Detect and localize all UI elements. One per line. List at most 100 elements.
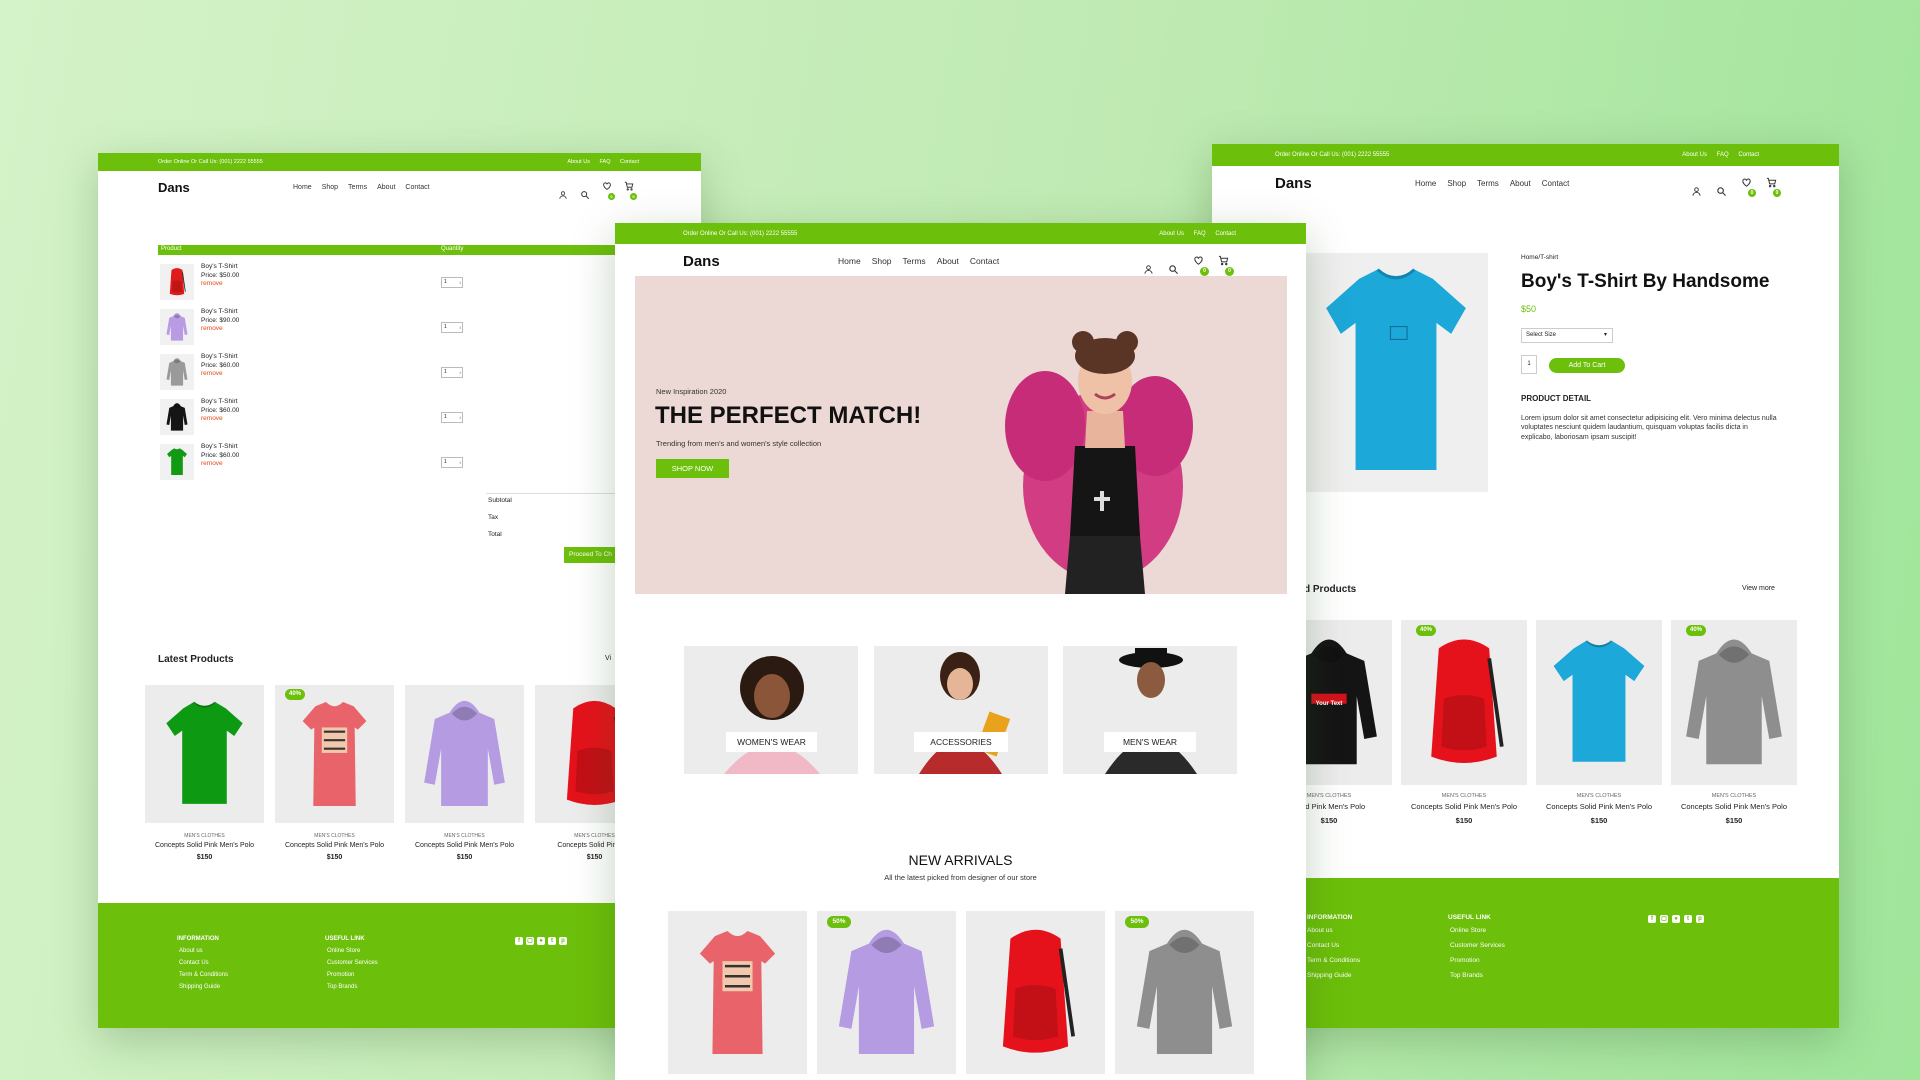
footer-useful-item[interactable]: Online Store bbox=[1448, 927, 1505, 942]
nav-shop[interactable]: Shop bbox=[322, 184, 338, 191]
quantity-input[interactable]: 1 bbox=[1521, 355, 1537, 374]
footer-useful-item[interactable]: Customer Services bbox=[1448, 942, 1505, 957]
quantity-stepper[interactable]: 1 ↕ bbox=[441, 457, 463, 468]
category-womens-wear[interactable]: WOMEN'S WEAR bbox=[684, 646, 858, 774]
quantity-stepper[interactable]: 1 ↕ bbox=[441, 367, 463, 378]
breadcrumb[interactable]: Home/T-shirt bbox=[1521, 254, 1558, 261]
stepper-arrows-icon[interactable]: ↕ bbox=[459, 278, 461, 287]
nav-contact[interactable]: Contact bbox=[970, 256, 999, 266]
product-card[interactable]: 50% bbox=[817, 911, 956, 1074]
footer-useful-item[interactable]: Promotion bbox=[1448, 957, 1505, 972]
product-name[interactable]: Concepts Solid Pink Men's Polo bbox=[1671, 802, 1797, 811]
footer-info-link[interactable]: About us bbox=[1307, 927, 1360, 942]
heart-icon[interactable]: 0 bbox=[1741, 177, 1756, 206]
instagram-icon[interactable]: ▢ bbox=[526, 937, 534, 945]
product-name[interactable]: Concepts Solid Pink Men's Polo bbox=[145, 842, 264, 849]
topbar-contact-link[interactable]: Contact bbox=[1738, 152, 1759, 158]
topbar-faq-link[interactable]: FAQ bbox=[1194, 231, 1206, 237]
category-mens-wear[interactable]: MEN'S WEAR bbox=[1063, 646, 1237, 774]
topbar-about-link[interactable]: About Us bbox=[567, 159, 590, 165]
nav-home[interactable]: Home bbox=[293, 184, 312, 191]
stepper-arrows-icon[interactable]: ↕ bbox=[459, 413, 461, 422]
footer-info-link[interactable]: Shipping Guide bbox=[1307, 972, 1360, 987]
cart-item-remove-link[interactable]: remove bbox=[201, 280, 239, 289]
topbar-faq-link[interactable]: FAQ bbox=[599, 159, 610, 165]
twitter-icon[interactable]: t bbox=[548, 937, 556, 945]
cart-icon[interactable]: 0 bbox=[624, 181, 637, 209]
footer-useful-item[interactable]: Top Brands bbox=[1448, 972, 1505, 987]
search-icon[interactable] bbox=[580, 190, 590, 200]
footer-info-link[interactable]: Term & Conditions bbox=[177, 972, 228, 984]
footer-useful-item[interactable]: Customer Services bbox=[325, 960, 378, 972]
topbar-contact-link[interactable]: Contact bbox=[1215, 231, 1236, 237]
pinterest-icon[interactable]: p bbox=[1696, 915, 1704, 923]
product-card[interactable]: 40% bbox=[275, 685, 394, 823]
product-card[interactable] bbox=[966, 911, 1105, 1074]
github-icon[interactable]: ● bbox=[537, 937, 545, 945]
product-name[interactable]: Concepts Solid Pink Men's Polo bbox=[1401, 802, 1527, 811]
product-card[interactable] bbox=[405, 685, 524, 823]
nav-terms[interactable]: Terms bbox=[903, 256, 926, 266]
cart-icon[interactable]: 0 bbox=[1766, 177, 1781, 206]
cart-item-remove-link[interactable]: remove bbox=[201, 460, 239, 469]
search-icon[interactable] bbox=[1168, 264, 1179, 275]
product-card[interactable]: 40% bbox=[1401, 620, 1527, 785]
cart-item-remove-link[interactable]: remove bbox=[201, 415, 239, 424]
quantity-stepper[interactable]: 1 ↕ bbox=[441, 322, 463, 333]
nav-home[interactable]: Home bbox=[838, 256, 861, 266]
github-icon[interactable]: ● bbox=[1672, 915, 1680, 923]
nav-home[interactable]: Home bbox=[1415, 179, 1436, 188]
nav-about[interactable]: About bbox=[937, 256, 959, 266]
nav-terms[interactable]: Terms bbox=[1477, 179, 1499, 188]
footer-info-link[interactable]: Shipping Guide bbox=[177, 984, 228, 996]
product-card[interactable] bbox=[1536, 620, 1662, 785]
twitter-icon[interactable]: t bbox=[1684, 915, 1692, 923]
product-name[interactable]: Concepts Solid Pink Men's Polo bbox=[275, 842, 394, 849]
nav-shop[interactable]: Shop bbox=[1447, 179, 1466, 188]
topbar-about-link[interactable]: About Us bbox=[1682, 152, 1707, 158]
footer-info-link[interactable]: Term & Conditions bbox=[1307, 957, 1360, 972]
cart-item-remove-link[interactable]: remove bbox=[201, 325, 239, 334]
instagram-icon[interactable]: ▢ bbox=[1660, 915, 1668, 923]
nav-contact[interactable]: Contact bbox=[1542, 179, 1570, 188]
footer-info-link[interactable]: About us bbox=[177, 948, 228, 960]
stepper-arrows-icon[interactable]: ↕ bbox=[459, 368, 461, 377]
site-logo[interactable]: Dans bbox=[683, 253, 838, 270]
footer-useful-item[interactable]: Top Brands bbox=[325, 984, 378, 996]
user-icon[interactable] bbox=[1691, 186, 1702, 197]
pinterest-icon[interactable]: p bbox=[559, 937, 567, 945]
facebook-icon[interactable]: f bbox=[1648, 915, 1656, 923]
stepper-arrows-icon[interactable]: ↕ bbox=[459, 458, 461, 467]
topbar-faq-link[interactable]: FAQ bbox=[1717, 152, 1729, 158]
nav-contact[interactable]: Contact bbox=[405, 184, 429, 191]
topbar-about-link[interactable]: About Us bbox=[1159, 231, 1184, 237]
product-card[interactable] bbox=[668, 911, 807, 1074]
nav-terms[interactable]: Terms bbox=[348, 184, 367, 191]
category-accessories[interactable]: ACCESSORIES bbox=[874, 646, 1048, 774]
stepper-arrows-icon[interactable]: ↕ bbox=[459, 323, 461, 332]
product-card[interactable]: 50% bbox=[1115, 911, 1254, 1074]
search-icon[interactable] bbox=[1716, 186, 1727, 197]
size-select[interactable]: Select Size ▾ bbox=[1521, 328, 1613, 343]
footer-info-link[interactable]: Contact Us bbox=[1307, 942, 1360, 957]
site-logo[interactable]: Dans bbox=[158, 180, 293, 195]
quantity-stepper[interactable]: 1 ↕ bbox=[441, 412, 463, 423]
product-card[interactable] bbox=[145, 685, 264, 823]
site-logo[interactable]: Dans bbox=[1275, 175, 1415, 192]
footer-useful-item[interactable]: Online Store bbox=[325, 948, 378, 960]
product-name[interactable]: Concepts Solid Pink Men's Polo bbox=[1536, 802, 1662, 811]
latest-view-more-link[interactable]: Vi bbox=[605, 655, 611, 662]
product-name[interactable]: Concepts Solid Pink Men's Polo bbox=[405, 842, 524, 849]
nav-shop[interactable]: Shop bbox=[872, 256, 892, 266]
product-card[interactable]: 40% bbox=[1671, 620, 1797, 785]
quantity-stepper[interactable]: 1 ↕ bbox=[441, 277, 463, 288]
user-icon[interactable] bbox=[1143, 264, 1154, 275]
topbar-contact-link[interactable]: Contact bbox=[620, 159, 639, 165]
facebook-icon[interactable]: f bbox=[515, 937, 523, 945]
shop-now-button[interactable]: SHOP NOW bbox=[656, 459, 729, 478]
footer-useful-item[interactable]: Promotion bbox=[325, 972, 378, 984]
heart-icon[interactable]: 0 bbox=[602, 181, 615, 209]
footer-info-link[interactable]: Contact Us bbox=[177, 960, 228, 972]
add-to-cart-button[interactable]: Add To Cart bbox=[1549, 358, 1625, 373]
related-view-more-link[interactable]: View more bbox=[1742, 585, 1775, 592]
